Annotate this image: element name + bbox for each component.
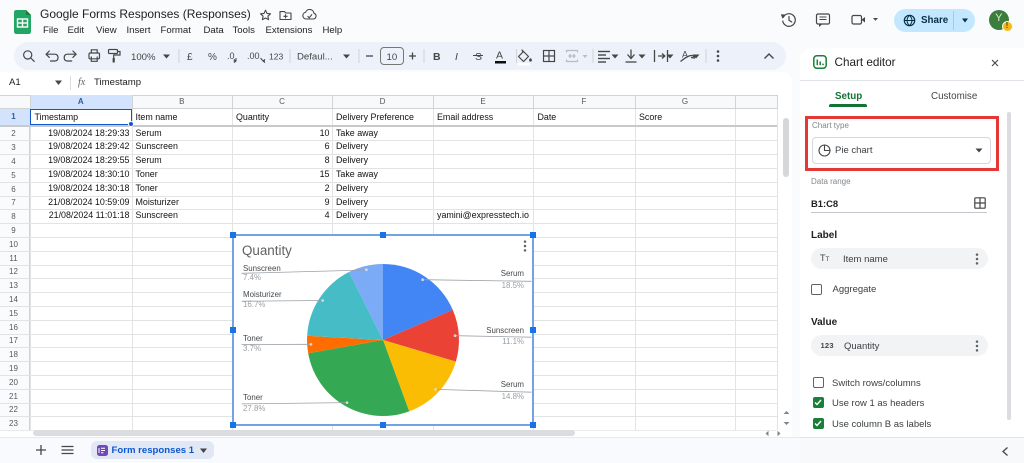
svg-text:£: £: [187, 52, 193, 63]
svg-text:S: S: [475, 51, 482, 63]
svg-text:100%: 100%: [131, 52, 156, 63]
svg-text:B: B: [433, 51, 441, 63]
svg-text:I: I: [455, 51, 458, 63]
svg-text:A: A: [496, 50, 503, 62]
svg-text:.0: .0: [227, 51, 235, 61]
svg-text:.00: .00: [247, 51, 260, 61]
svg-text:%: %: [208, 52, 217, 63]
svg-text:10: 10: [387, 52, 398, 63]
svg-text:A: A: [682, 50, 688, 60]
svg-text:Defaul...: Defaul...: [297, 52, 333, 63]
svg-text:123: 123: [269, 52, 284, 62]
